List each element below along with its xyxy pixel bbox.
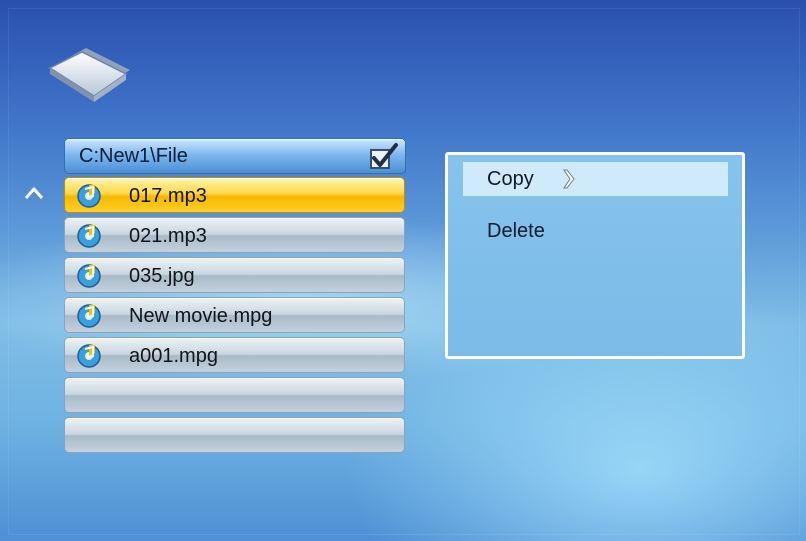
music-disc-icon: [77, 344, 101, 368]
folder-icon: [48, 48, 130, 102]
chevron-right-icon: [563, 169, 575, 189]
list-item-empty[interactable]: [64, 377, 405, 413]
current-path: C:New1\File: [79, 145, 188, 167]
check-icon[interactable]: [369, 142, 399, 170]
list-item[interactable]: New movie.mpg: [64, 297, 405, 333]
music-disc-icon: [77, 304, 101, 328]
menu-item-copy[interactable]: Copy: [463, 162, 728, 196]
list-item[interactable]: a001.mpg: [64, 337, 405, 373]
file-name: a001.mpg: [129, 345, 218, 367]
music-disc-icon: [77, 264, 101, 288]
file-name: 017.mp3: [129, 185, 207, 207]
menu-item-label: Delete: [487, 220, 545, 242]
file-name: New movie.mpg: [129, 305, 273, 327]
list-item[interactable]: 021.mp3: [64, 217, 405, 253]
menu-item-label: Copy: [487, 168, 534, 190]
up-arrow-icon[interactable]: [24, 186, 44, 200]
music-disc-icon: [77, 184, 101, 208]
list-item[interactable]: 035.jpg: [64, 257, 405, 293]
file-name: 021.mp3: [129, 225, 207, 247]
file-list: 017.mp3 021.mp3 035.jpg New movie.mpg a0…: [64, 177, 405, 457]
path-bar: C:New1\File: [64, 138, 406, 174]
file-name: 035.jpg: [129, 265, 195, 287]
menu-item-delete[interactable]: Delete: [463, 214, 728, 248]
context-menu: Copy Delete: [445, 152, 745, 359]
list-item-empty[interactable]: [64, 417, 405, 453]
list-item[interactable]: 017.mp3: [64, 177, 405, 213]
music-disc-icon: [77, 224, 101, 248]
